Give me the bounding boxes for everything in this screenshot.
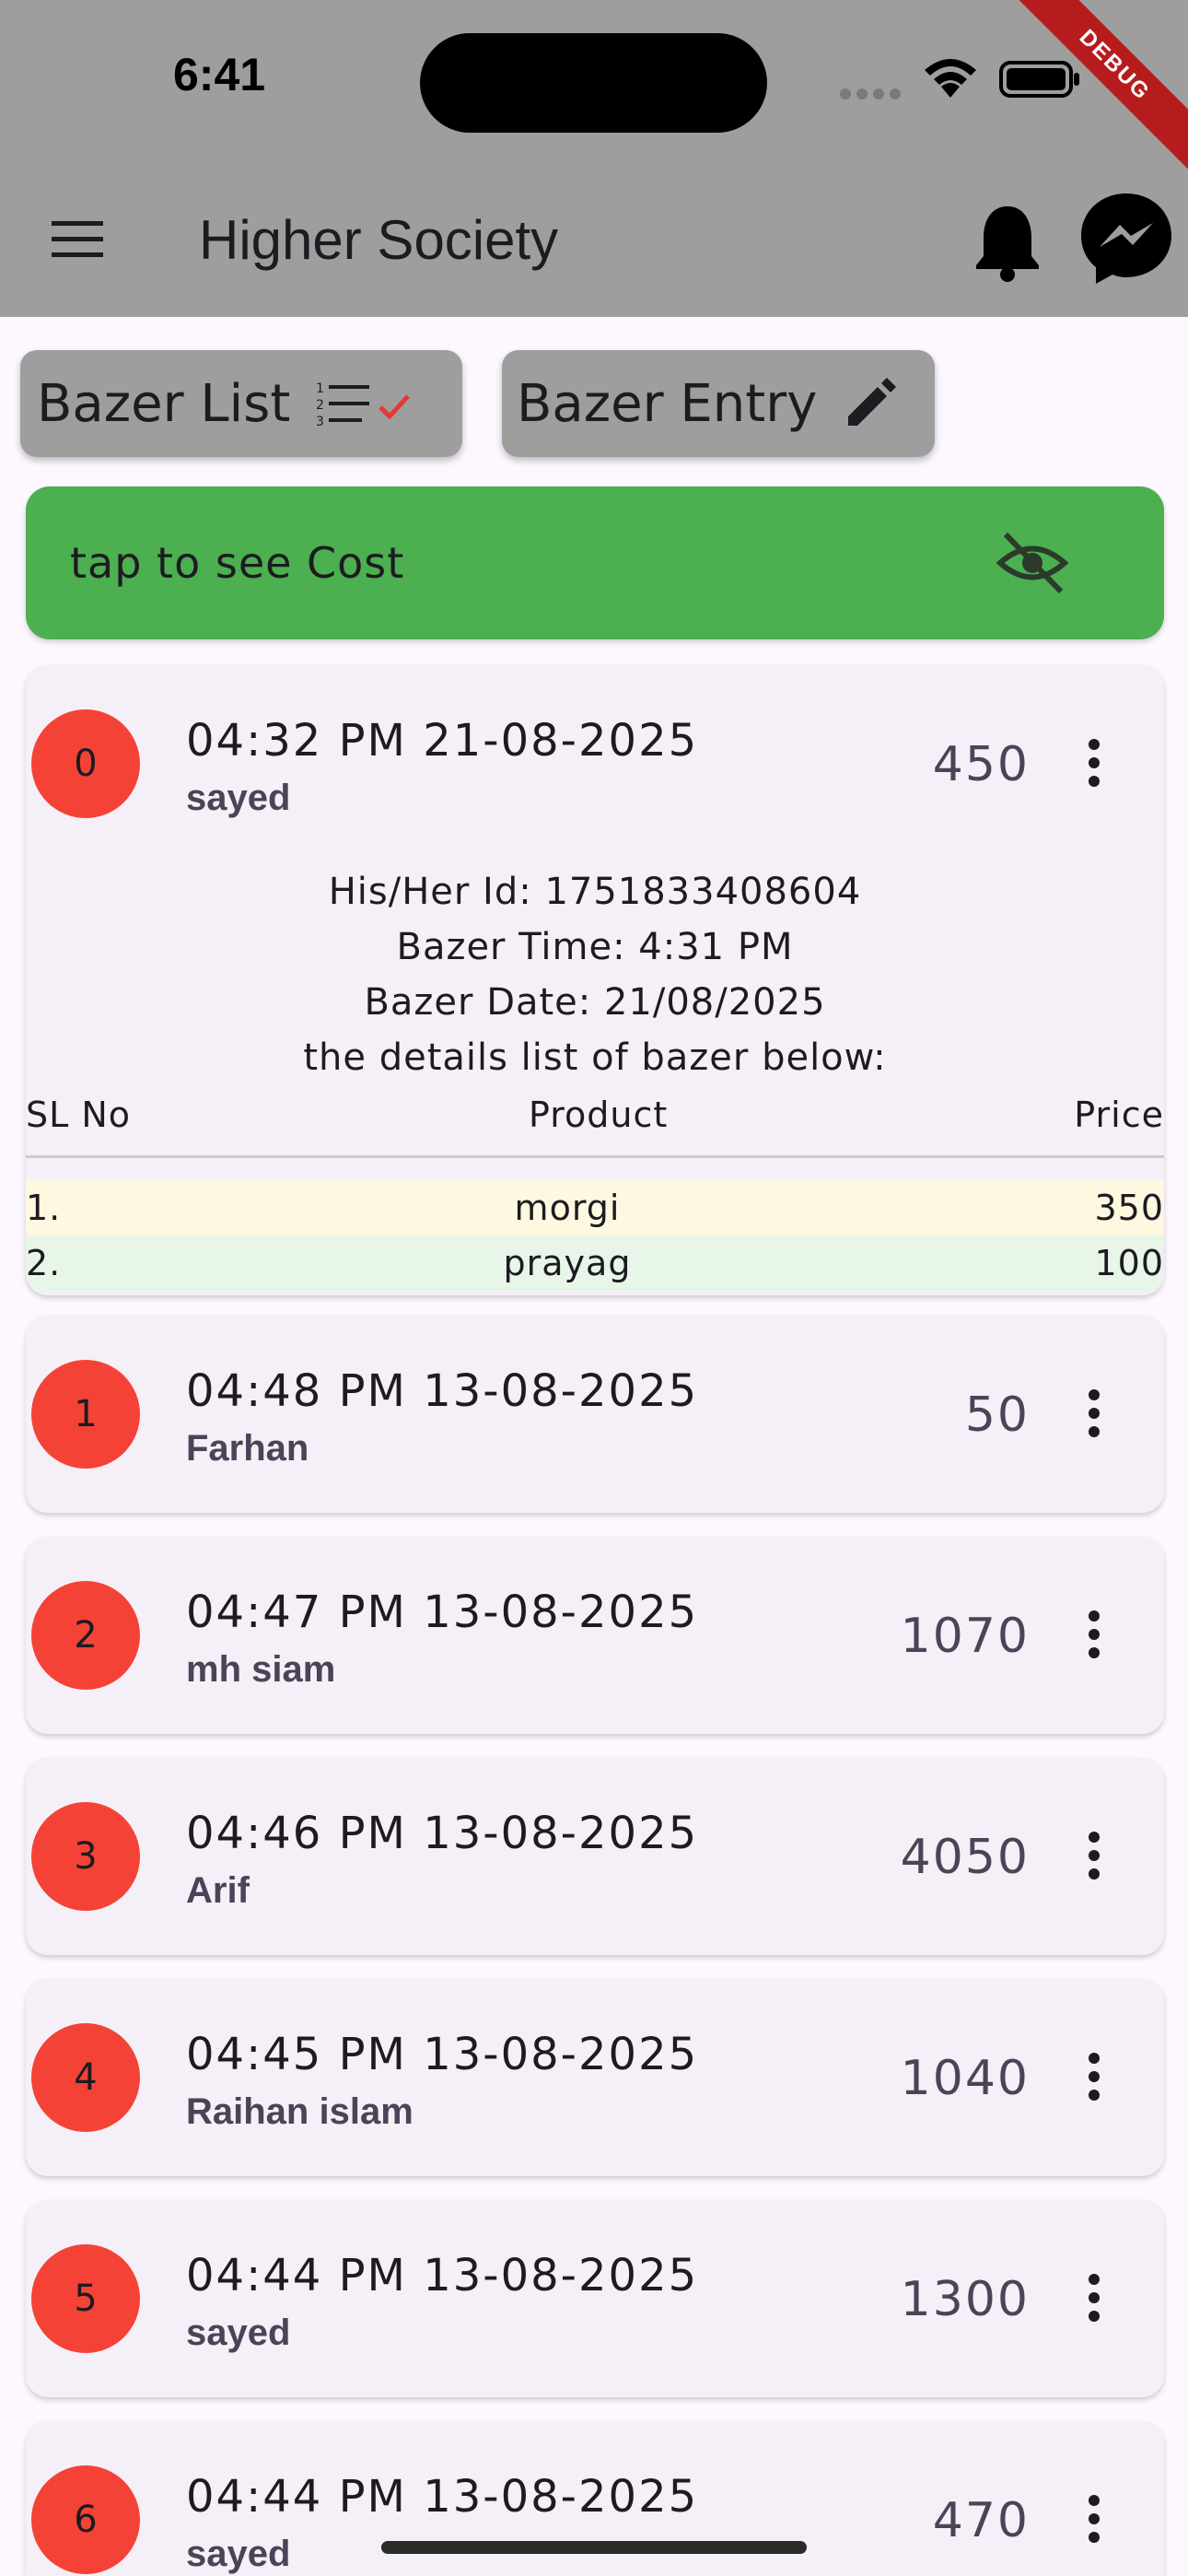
more-options-icon[interactable]: [1085, 2049, 1103, 2104]
entry-amount: 470: [932, 2493, 1030, 2548]
table-row: 2. prayag 100: [26, 1235, 1164, 1291]
list-item[interactable]: 5 04:44 PM 13-08-2025 sayed 1300: [26, 2200, 1164, 2397]
entry-datetime: 04:45 PM 13-08-2025: [186, 2029, 699, 2080]
detail-date: Bazer Date: 21/08/2025: [364, 981, 826, 1024]
svg-text:1: 1: [316, 381, 324, 396]
entry-datetime: 04:48 PM 13-08-2025: [186, 1365, 699, 1417]
entry-datetime: 04:32 PM 21-08-2025: [186, 715, 699, 767]
avatar: 1: [31, 1360, 140, 1469]
entry-amount: 1040: [900, 2051, 1030, 2106]
detail-id: His/Her Id: 1751833408604: [328, 871, 862, 913]
edit-icon: [848, 378, 897, 426]
status-time: 6:41: [173, 49, 266, 100]
row-price: 100: [1094, 1243, 1164, 1283]
entry-name: Farhan: [186, 1428, 309, 1469]
page-title: Higher Society: [199, 209, 559, 271]
entry-datetime: 04:44 PM 13-08-2025: [186, 2471, 699, 2523]
entry-amount: 450: [932, 737, 1030, 792]
more-options-icon[interactable]: [1085, 735, 1103, 790]
cost-banner-text: tap to see Cost: [70, 538, 405, 588]
app-bar: 6:41 DEBUG Higher Society: [0, 0, 1188, 317]
wifi-icon: [925, 59, 976, 98]
home-indicator[interactable]: [381, 2541, 807, 2554]
more-options-icon[interactable]: [1085, 2270, 1103, 2325]
entry-name: Raihan islam: [186, 2091, 413, 2132]
row-product: morgi: [514, 1188, 621, 1228]
tab-bazer-list[interactable]: Bazer List 1 2 3: [20, 350, 462, 457]
avatar: 4: [31, 2023, 140, 2132]
entry-amount: 1300: [900, 2272, 1030, 2327]
avatar: 3: [31, 1802, 140, 1911]
svg-text:3: 3: [316, 415, 324, 429]
messenger-icon[interactable]: [1077, 190, 1175, 287]
more-options-icon[interactable]: [1085, 1828, 1103, 1883]
column-header-price: Price: [1074, 1095, 1164, 1135]
entry-name: mh siam: [186, 1649, 336, 1690]
tab-bazer-list-label: Bazer List: [37, 373, 291, 434]
row-product: prayag: [503, 1243, 632, 1283]
list-item[interactable]: 1 04:48 PM 13-08-2025 Farhan 50: [26, 1316, 1164, 1513]
signal-icon: [840, 86, 906, 103]
detail-time: Bazer Time: 4:31 PM: [396, 926, 794, 968]
cost-banner[interactable]: tap to see Cost: [26, 486, 1164, 639]
column-header-product: Product: [529, 1095, 669, 1135]
entry-amount: 50: [964, 1388, 1030, 1443]
entry-name: sayed: [186, 778, 291, 818]
svg-text:2: 2: [316, 398, 324, 413]
list-item-expanded[interactable]: 0 04:32 PM 21-08-2025 sayed 450 His/Her …: [26, 665, 1164, 1295]
avatar: 0: [31, 709, 140, 818]
more-options-icon[interactable]: [1085, 1386, 1103, 1441]
more-options-icon[interactable]: [1085, 2491, 1103, 2547]
column-header-sl: SL No: [26, 1095, 132, 1135]
entry-amount: 4050: [900, 1830, 1030, 1885]
bell-icon[interactable]: [973, 203, 1042, 282]
entry-datetime: 04:44 PM 13-08-2025: [186, 2250, 699, 2301]
eye-off-icon[interactable]: [996, 527, 1068, 599]
list-item[interactable]: 4 04:45 PM 13-08-2025 Raihan islam 1040: [26, 1979, 1164, 2176]
dynamic-island: [420, 33, 767, 133]
entry-amount: 1070: [900, 1609, 1030, 1664]
entry-details: His/Her Id: 1751833408604 Bazer Time: 4:…: [26, 862, 1164, 1291]
detail-caption: the details list of bazer below:: [303, 1036, 887, 1079]
more-options-icon[interactable]: [1085, 1607, 1103, 1662]
list-item[interactable]: 3 04:46 PM 13-08-2025 Arif 4050: [26, 1758, 1164, 1955]
battery-icon: [999, 61, 1079, 98]
checklist-icon: 1 2 3: [316, 381, 411, 429]
tab-bazer-entry[interactable]: Bazer Entry: [502, 350, 935, 457]
entry-name: sayed: [186, 2313, 291, 2353]
table-row: 1. morgi 350: [26, 1180, 1164, 1235]
avatar: 6: [31, 2465, 140, 2574]
tab-bazer-entry-label: Bazer Entry: [517, 373, 818, 434]
entry-datetime: 04:46 PM 13-08-2025: [186, 1808, 699, 1859]
entry-datetime: 04:47 PM 13-08-2025: [186, 1587, 699, 1638]
list-item[interactable]: 2 04:47 PM 13-08-2025 mh siam 1070: [26, 1537, 1164, 1734]
detail-table-header: SL No Product Price: [26, 1085, 1164, 1139]
entry-name: sayed: [186, 2534, 291, 2574]
avatar: 2: [31, 1581, 140, 1690]
entry-name: Arif: [186, 1870, 250, 1911]
avatar: 5: [31, 2244, 140, 2353]
divider: [26, 1155, 1164, 1158]
row-price: 350: [1094, 1188, 1164, 1228]
menu-icon[interactable]: [50, 219, 105, 260]
